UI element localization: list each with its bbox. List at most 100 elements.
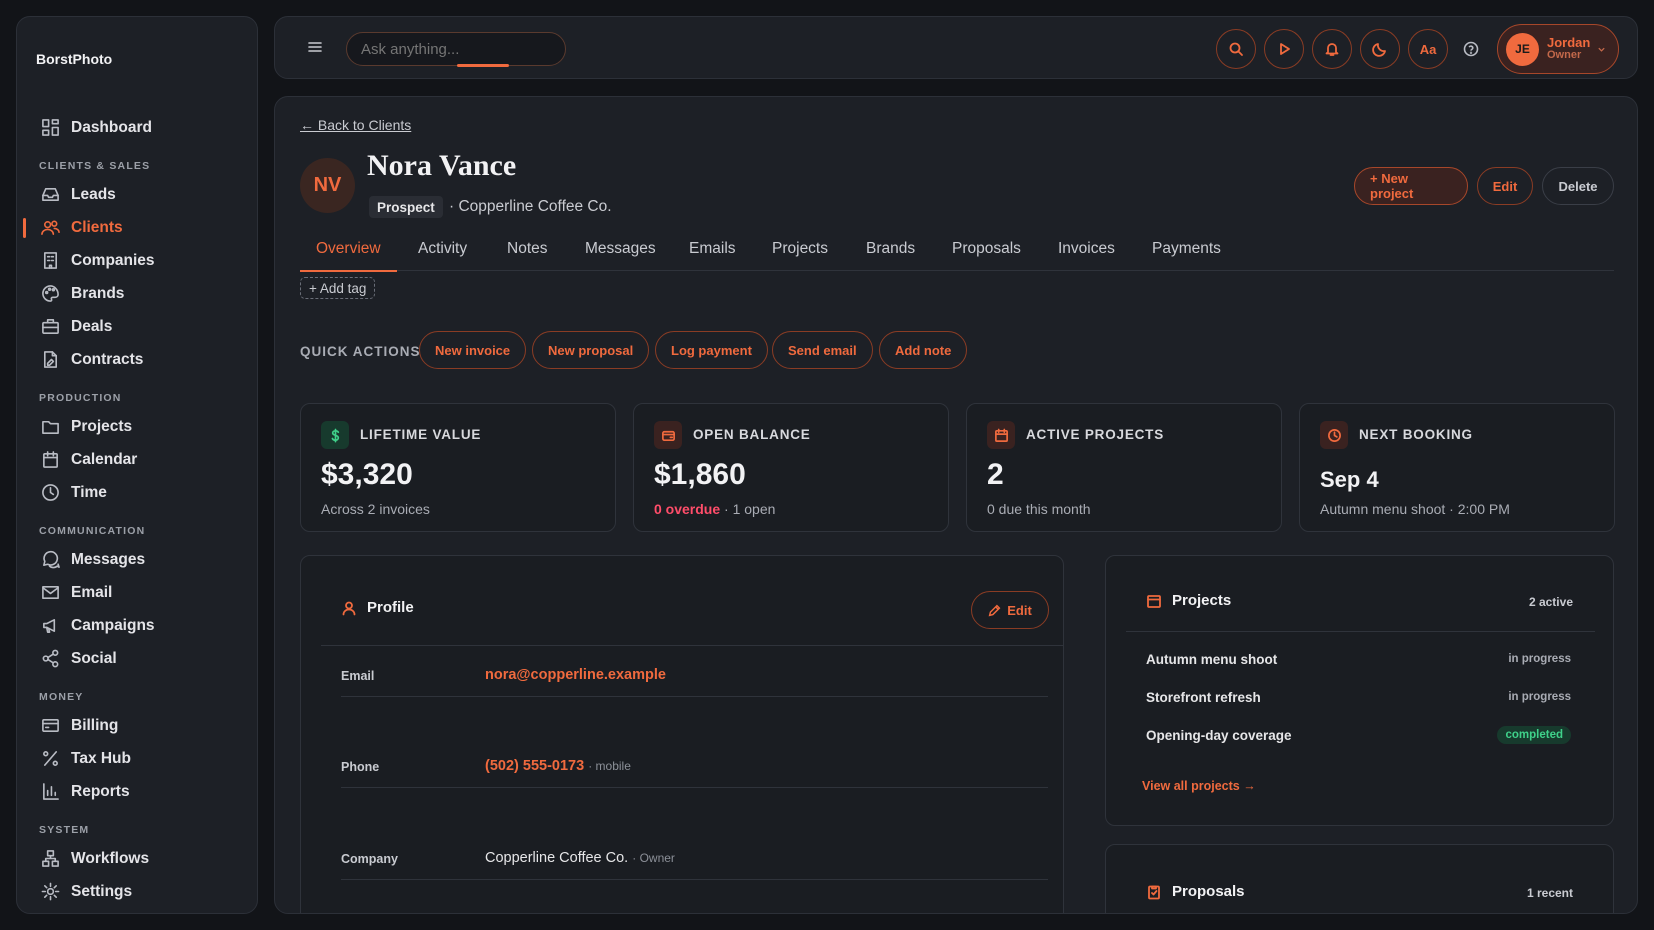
add-tag-button[interactable]: + Add tag xyxy=(300,277,376,299)
divider xyxy=(341,879,1048,880)
sidebar-item-brands[interactable]: Brands xyxy=(17,277,257,310)
clock-icon xyxy=(42,484,59,501)
list-item[interactable]: Opening-day coverage completed xyxy=(1146,725,1571,745)
tab-overview[interactable]: Overview xyxy=(300,227,397,272)
share-icon xyxy=(42,649,59,668)
add-note-button[interactable]: Add note xyxy=(879,331,968,369)
log-payment-button[interactable]: Log payment xyxy=(655,331,768,369)
edit-client-button[interactable]: Edit xyxy=(1477,167,1533,205)
view-all-projects-link[interactable]: View all projects → xyxy=(1142,779,1256,793)
tab-messages[interactable]: Messages xyxy=(585,227,656,271)
list-item[interactable]: Autumn menu shoot in progress xyxy=(1146,649,1571,669)
sidebar: BorstPhoto Dashboard CLIENTS & SALES Lea… xyxy=(16,16,258,914)
ask-input-accent xyxy=(457,64,509,67)
sidebar-item-leads[interactable]: Leads xyxy=(17,178,257,211)
sidebar-section-system: SYSTEM xyxy=(39,824,90,836)
sidebar-item-clients[interactable]: Clients xyxy=(17,211,257,244)
sidebar-section-communication: COMMUNICATION xyxy=(39,525,146,537)
sidebar-item-label: Campaigns xyxy=(71,616,155,634)
stat-title: ACTIVE PROJECTS xyxy=(1026,427,1165,442)
tab-brands[interactable]: Brands xyxy=(866,227,915,271)
sidebar-item-email[interactable]: Email xyxy=(17,576,257,609)
sidebar-item-label: Email xyxy=(71,583,113,601)
tab-activity[interactable]: Activity xyxy=(418,227,467,271)
tab-proposals[interactable]: Proposals xyxy=(952,227,1021,271)
ask-input[interactable] xyxy=(346,32,566,66)
play-button[interactable] xyxy=(1264,29,1304,69)
menu-icon[interactable] xyxy=(307,40,323,54)
sidebar-item-time[interactable]: Time xyxy=(17,476,257,509)
proposals-title-text: Proposals xyxy=(1172,883,1245,900)
sidebar-item-campaigns[interactable]: Campaigns xyxy=(17,609,257,642)
stat-active-projects: ACTIVE PROJECTS 2 0 due this month xyxy=(966,403,1282,532)
sidebar-item-companies[interactable]: Companies xyxy=(17,244,257,277)
notifications-button[interactable] xyxy=(1312,29,1352,69)
user-menu[interactable]: JE Jordan Owner xyxy=(1497,24,1619,74)
divider xyxy=(341,787,1048,788)
sidebar-item-contracts[interactable]: Contracts xyxy=(17,343,257,376)
sidebar-item-label: Messages xyxy=(71,550,146,568)
search-icon xyxy=(1229,42,1243,56)
sidebar-item-label: Dashboard xyxy=(71,118,152,136)
page-title: Nora Vance xyxy=(367,149,517,182)
palette-icon xyxy=(42,285,59,302)
bar-chart-icon xyxy=(43,783,59,800)
back-to-clients-link[interactable]: ← Back to Clients xyxy=(300,117,411,133)
stat-value: 2 xyxy=(987,458,1004,491)
divider xyxy=(341,696,1048,697)
delete-client-button[interactable]: Delete xyxy=(1542,167,1614,205)
sidebar-item-deals[interactable]: Deals xyxy=(17,310,257,343)
phone-link[interactable]: (502) 555-0173 · mobile xyxy=(485,758,631,774)
play-icon xyxy=(1280,43,1290,55)
send-email-button[interactable]: Send email xyxy=(772,331,873,369)
dollar-icon xyxy=(321,421,349,449)
stat-value: $3,320 xyxy=(321,458,413,491)
avatar: JE xyxy=(1506,32,1539,66)
sidebar-section-production: PRODUCTION xyxy=(39,392,122,404)
moon-icon xyxy=(1372,43,1386,57)
tab-projects[interactable]: Projects xyxy=(772,227,828,271)
stat-subtext: Autumn menu shoot · 2:00 PM xyxy=(1320,501,1510,517)
sidebar-item-label: Leads xyxy=(71,185,116,203)
profile-card-title: Profile xyxy=(341,599,414,616)
list-item[interactable]: Storefront refresh in progress xyxy=(1146,687,1571,707)
sidebar-item-calendar[interactable]: Calendar xyxy=(17,443,257,476)
search-button[interactable] xyxy=(1216,29,1256,69)
sidebar-item-projects[interactable]: Projects xyxy=(17,410,257,443)
sidebar-item-label: Projects xyxy=(71,417,133,435)
bell-icon xyxy=(1325,43,1339,56)
tab-notes[interactable]: Notes xyxy=(507,227,548,271)
edit-profile-button[interactable]: Edit xyxy=(971,591,1049,629)
new-invoice-button[interactable]: New invoice xyxy=(419,331,527,369)
projects-card-title: Projects xyxy=(1146,592,1231,609)
status-badge: in progress xyxy=(1508,653,1571,665)
sidebar-item-messages[interactable]: Messages xyxy=(17,543,257,576)
mail-icon xyxy=(42,585,59,600)
sidebar-item-dashboard[interactable]: Dashboard xyxy=(17,111,257,144)
sidebar-item-workflows[interactable]: Workflows xyxy=(17,842,257,875)
sidebar-item-taxhub[interactable]: Tax Hub xyxy=(17,742,257,775)
megaphone-icon xyxy=(43,618,56,633)
font-size-button[interactable]: Aa xyxy=(1408,29,1448,69)
sidebar-item-label: Tax Hub xyxy=(71,749,131,767)
theme-toggle[interactable] xyxy=(1360,29,1400,69)
user-icon xyxy=(342,601,356,615)
sidebar-item-label: Contracts xyxy=(71,350,144,368)
sidebar-item-reports[interactable]: Reports xyxy=(17,775,257,808)
tab-emails[interactable]: Emails xyxy=(689,227,736,271)
tab-payments[interactable]: Payments xyxy=(1152,227,1221,271)
sidebar-item-billing[interactable]: Billing xyxy=(17,709,257,742)
new-project-button[interactable]: + New project xyxy=(1354,167,1468,205)
gear-icon xyxy=(41,882,60,901)
email-link[interactable]: nora@copperline.example xyxy=(485,667,666,683)
tab-invoices[interactable]: Invoices xyxy=(1058,227,1115,271)
projects-count: 2 active xyxy=(1528,595,1573,609)
sidebar-item-label: Brands xyxy=(71,284,125,302)
help-button[interactable] xyxy=(1461,39,1481,59)
brand-logo[interactable]: BorstPhoto xyxy=(36,51,112,67)
sidebar-item-settings[interactable]: Settings xyxy=(17,875,257,908)
company-value: Copperline Coffee Co. · Owner xyxy=(485,850,675,866)
stat-title: NEXT BOOKING xyxy=(1359,427,1473,442)
sidebar-item-social[interactable]: Social xyxy=(17,642,257,675)
new-proposal-button[interactable]: New proposal xyxy=(532,331,650,369)
